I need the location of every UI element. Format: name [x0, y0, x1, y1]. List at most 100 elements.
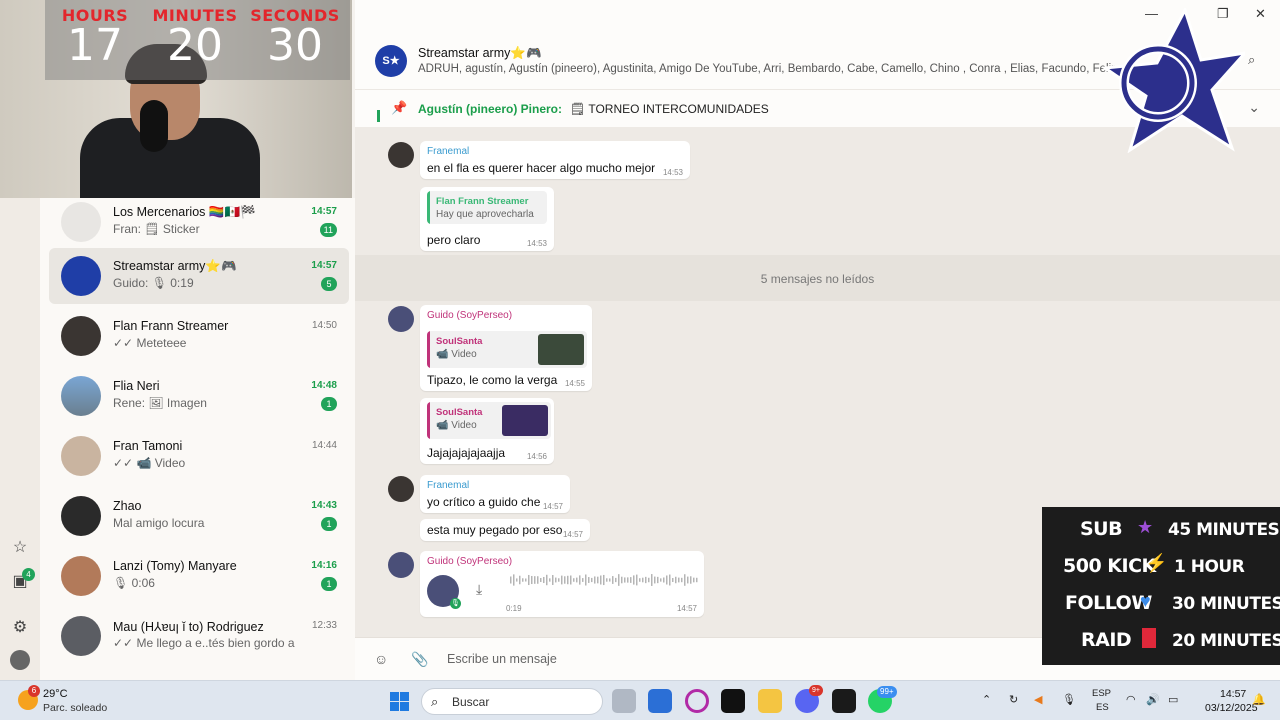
group-title: Streamstar army⭐🎮: [418, 46, 542, 60]
chevron-up-icon[interactable]: ⌃: [982, 693, 991, 706]
chat-item[interactable]: Fran Tamoni ✓✓ 📹 Video 14:44: [49, 428, 349, 484]
message-bubble[interactable]: Guido (SoyPerseo) SoulSanta 📹 Video Tipa…: [420, 305, 592, 391]
chat-item[interactable]: Mau (H⅄ɐuꞁ ǐ to) Rodriguez ✓✓ Me llego a…: [49, 608, 349, 664]
close-button[interactable]: ✕: [1255, 6, 1266, 22]
video-thumbnail[interactable]: [502, 405, 548, 436]
audio-waveform[interactable]: [510, 573, 700, 587]
sender-avatar[interactable]: [388, 306, 414, 332]
weather-badge: 6: [28, 685, 40, 697]
battery-icon[interactable]: ▭: [1168, 693, 1178, 706]
settings-icon[interactable]: ⚙: [10, 618, 30, 638]
microphone-icon[interactable]: 🎙: [1062, 693, 1076, 706]
search-icon[interactable]: ⌕: [1248, 52, 1255, 68]
clock-date[interactable]: 03/12/2025: [1205, 702, 1258, 714]
chat-item[interactable]: Zhao Mal amigo locura 14:43 1: [49, 488, 349, 544]
weather-temp[interactable]: 29°C: [43, 688, 68, 700]
folder-icon[interactable]: [758, 689, 782, 713]
waveform-bar: [657, 576, 659, 584]
clock-time[interactable]: 14:57: [1220, 688, 1246, 700]
chat-preview: Rene: 🖼 Imagen: [113, 396, 207, 410]
waveform-bar: [630, 577, 632, 583]
chat-time: 14:57: [311, 260, 337, 271]
message-input[interactable]: Escribe un mensaje: [447, 652, 557, 666]
chat-item[interactable]: Streamstar army⭐🎮 Guido: 🎙 0:19 14:57 5: [49, 248, 349, 304]
tiktok-icon[interactable]: [721, 689, 745, 713]
chat-preview: ✓✓ 📹 Video: [113, 456, 186, 470]
chevron-down-icon[interactable]: ⌄: [1248, 99, 1260, 116]
pin-icon: 📌: [391, 100, 408, 115]
download-icon[interactable]: ⤓: [476, 581, 482, 598]
app-tray-icon[interactable]: ◀: [1034, 693, 1042, 706]
group-avatar[interactable]: S★: [375, 45, 407, 77]
sync-icon[interactable]: ↻: [1009, 693, 1018, 706]
game-app-icon[interactable]: [832, 689, 856, 713]
waveform-bar: [618, 574, 620, 586]
chat-preview: ✓✓ Meteteee: [113, 336, 187, 350]
message-bubble[interactable]: Franemal en el fla es querer hacer algo …: [420, 141, 690, 179]
goal-value: 45 MINUTES: [1168, 520, 1280, 540]
chat-item[interactable]: Flan Frann Streamer ✓✓ Meteteee 14:50: [49, 308, 349, 364]
chat-item[interactable]: Lanzi (Tomy) Manyare 🎙 0:06 14:16 1: [49, 548, 349, 604]
volume-icon[interactable]: 🔊: [1146, 693, 1160, 706]
chat-name: Los Mercenarios 🏳️‍🌈🇲🇽🏁: [113, 205, 256, 219]
quoted-message[interactable]: SoulSanta 📹 Video: [427, 402, 551, 439]
message-text: esta muy pegado por eso: [427, 523, 563, 537]
weather-desc[interactable]: Parc. soleado: [43, 702, 107, 714]
message-bubble[interactable]: SoulSanta 📹 Video Jajajajajajaajja 14:56: [420, 398, 554, 464]
video-thumbnail[interactable]: [538, 334, 584, 365]
waveform-bar: [639, 578, 641, 582]
wifi-icon[interactable]: ◠: [1126, 693, 1136, 706]
chat-name: Lanzi (Tomy) Manyare: [113, 559, 237, 573]
chat-list[interactable]: Los Mercenarios 🏳️‍🌈🇲🇽🏁 Fran: 🗒 Sticker …: [40, 198, 355, 680]
group-members: ADRUH, agustín, Agustín (pineero), Agust…: [418, 63, 1118, 75]
unread-badge: 5: [321, 277, 337, 291]
opera-icon[interactable]: [685, 689, 709, 713]
quoted-message[interactable]: SoulSanta 📹 Video: [427, 331, 587, 368]
sender-avatar[interactable]: [388, 476, 414, 502]
message-bubble[interactable]: Franemal yo crítico a guido che 14:57: [420, 475, 570, 513]
message-bubble[interactable]: Flan Frann Streamer Hay que aprovecharla…: [420, 187, 554, 251]
chat-item[interactable]: Flia Neri Rene: 🖼 Imagen 14:48 1: [49, 368, 349, 424]
task-view-icon[interactable]: [612, 689, 636, 713]
voice-message[interactable]: Guido (SoyPerseo) 🎙 ⤓ 0:19 14:57: [420, 551, 704, 617]
goal-row: FOLLOW ♥ 30 MINUTES: [1042, 585, 1280, 621]
waveform-bar: [516, 578, 518, 582]
star-icon[interactable]: ☆: [10, 538, 30, 558]
waveform-bar: [549, 578, 551, 582]
message-text: Tipazo, le como la verga: [427, 373, 558, 387]
profile-avatar[interactable]: [10, 650, 30, 670]
attach-icon[interactable]: 📎: [411, 651, 428, 668]
notification-icon[interactable]: 🔔: [1252, 693, 1266, 706]
archive-badge: 4: [22, 568, 35, 581]
waveform-bar: [696, 577, 698, 583]
sender-avatar[interactable]: [388, 142, 414, 168]
waveform-bar: [510, 576, 512, 584]
waveform-bar: [612, 576, 614, 584]
hours-value: 17: [67, 20, 123, 71]
chat-preview: 🎙 0:06: [113, 576, 155, 590]
quote-text: 📹 Video: [436, 420, 477, 431]
heart-icon: ♥: [1140, 591, 1151, 611]
windows-start-icon[interactable]: [390, 692, 409, 711]
goal-key: FOLLOW: [1065, 592, 1152, 614]
message-sender: Franemal: [427, 480, 470, 491]
emoji-icon[interactable]: ☺: [374, 651, 388, 667]
minutes-value: 20: [167, 20, 223, 71]
waveform-bar: [591, 577, 593, 583]
quote-text: Hay que aprovecharla: [436, 209, 534, 220]
goal-value: 20 MINUTES: [1172, 631, 1280, 651]
waveform-bar: [534, 576, 536, 584]
waveform-bar: [660, 578, 662, 582]
quoted-message[interactable]: Flan Frann Streamer Hay que aprovecharla: [427, 191, 547, 224]
outlook-icon[interactable]: [648, 689, 672, 713]
language-top[interactable]: ESP: [1092, 688, 1111, 699]
waveform-bar: [582, 578, 584, 582]
message-bubble[interactable]: esta muy pegado por eso 14:57: [420, 519, 590, 541]
language-bottom[interactable]: ES: [1096, 702, 1109, 713]
chat-time: 14:57: [311, 206, 337, 217]
sender-avatar[interactable]: [388, 552, 414, 578]
message-time: 14:56: [526, 452, 547, 461]
taskbar-search[interactable]: ⌕ Buscar: [421, 688, 603, 715]
mic-icon: 🎙: [450, 598, 461, 609]
chat-item[interactable]: Los Mercenarios 🏳️‍🌈🇲🇽🏁 Fran: 🗒 Sticker …: [49, 198, 349, 250]
